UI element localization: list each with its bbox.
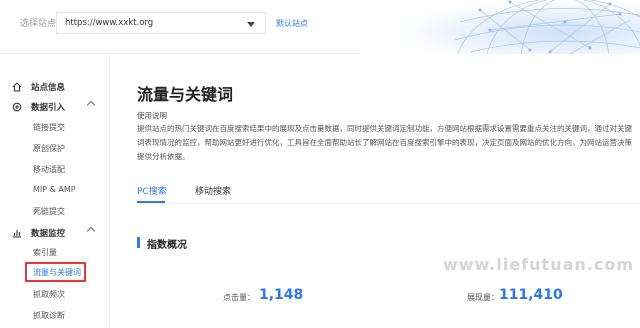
main-content: 流量与关键词 使用说明 提供站点的热门关键词在百度搜索结果中的展现及点击量数据，… [111, 55, 640, 328]
section-title: 指数概况 [147, 240, 187, 251]
chart-icon [13, 230, 21, 238]
sidebar-item-mip-amp[interactable]: MIP & AMP [33, 185, 76, 194]
top-bar: 选择站点： https://www.xxkt.org 默认站点 [0, 0, 640, 54]
site-select[interactable]: https://www.xxkt.org [56, 12, 266, 34]
watermark: www.liefutuan.com [442, 255, 634, 274]
sidebar-item-deadlink-submit[interactable]: 死链提交 [33, 206, 65, 217]
chevron-up-icon [86, 226, 96, 236]
tab-divider [137, 203, 640, 204]
sidebar-item-original-protection[interactable]: 原创保护 [33, 143, 65, 154]
globe-network-graphic [360, 0, 640, 54]
home-icon [12, 82, 22, 92]
clicks-value: 1,148 [259, 287, 304, 303]
sidebar-item-crawl-frequency[interactable]: 抓取频次 [33, 289, 65, 300]
impressions-label: 展现量： [467, 293, 499, 302]
page-title: 流量与关键词 [137, 85, 234, 104]
sidebar-item-crawl-diagnosis[interactable]: 抓取诊断 [33, 310, 65, 321]
tab-mobile-search[interactable]: 移动搜索 [195, 184, 231, 197]
sidebar: 站点信息 数据引入 链接提交 原创保护 移动适配 MIP & AMP 死链提交 … [0, 55, 110, 328]
sidebar-group-data-import[interactable]: 数据引入 [12, 100, 96, 113]
chevron-up-icon [86, 100, 96, 110]
sidebar-item-mobile-adapt[interactable]: 移动适配 [33, 164, 65, 175]
data-import-icon [12, 102, 22, 112]
sidebar-group-data-monitor[interactable]: 数据监控 [12, 226, 96, 239]
default-site-link[interactable]: 默认站点 [276, 18, 308, 29]
section-marker [137, 237, 140, 248]
tab-pc-search[interactable]: PC搜索 [137, 184, 167, 197]
usage-description: 提供站点的热门关键词在百度搜索结果中的展现及点击量数据，同时提供关键词定制功能，… [137, 124, 632, 161]
sidebar-item-link-submit[interactable]: 链接提交 [33, 122, 65, 133]
clicks-label: 点击量： [223, 293, 255, 302]
sidebar-group-label: 数据监控 [31, 229, 66, 239]
impressions-value: 111,410 [499, 287, 563, 303]
highlight-box [25, 262, 86, 282]
site-select-value: https://www.xxkt.org [65, 18, 154, 28]
caret-down-icon [247, 22, 255, 27]
sidebar-item-index-volume[interactable]: 索引量 [33, 247, 57, 258]
sidebar-group-site-info[interactable]: 站点信息 [12, 81, 65, 93]
sidebar-group-label: 站点信息 [31, 83, 66, 93]
usage-label: 使用说明 [137, 111, 167, 120]
sidebar-group-label: 数据引入 [31, 103, 66, 113]
